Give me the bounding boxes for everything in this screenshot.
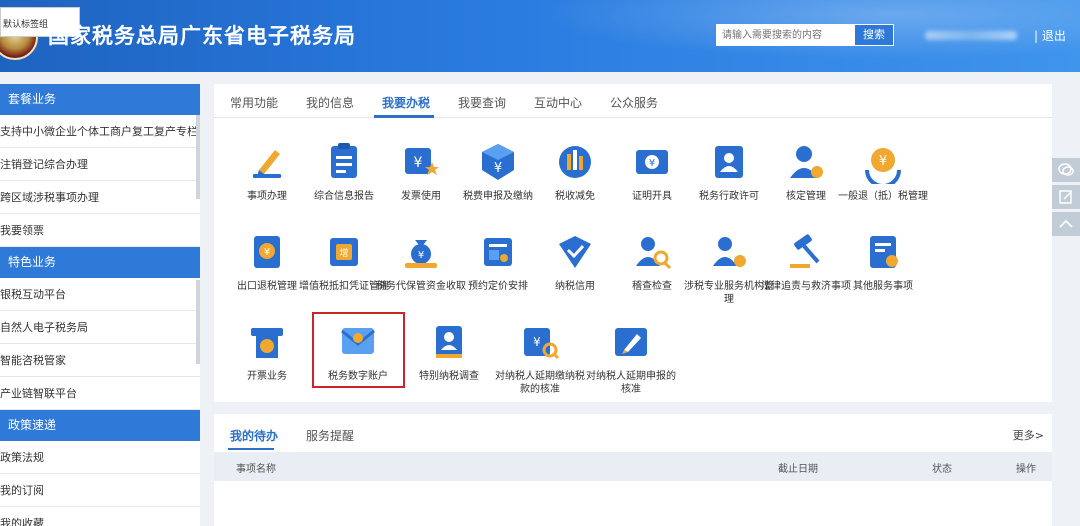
- svg-text:¥: ¥: [418, 250, 424, 261]
- delay-payment-icon: ¥: [524, 328, 560, 360]
- back-to-top-button[interactable]: [1052, 212, 1080, 236]
- logout-link[interactable]: | 退出: [1034, 27, 1066, 44]
- svg-text:¥: ¥: [264, 247, 270, 258]
- service-item[interactable]: ¥ 对纳税人延期缴纳税款的核准: [494, 320, 586, 396]
- active-tab-indicator: [374, 115, 434, 118]
- sidebar: 套餐业务 支持中小微企业个体工商户复工复产专栏 注销登记综合办理 跨区域涉税事项…: [0, 84, 200, 526]
- header-separator: |: [1034, 29, 1039, 43]
- svg-text:¥: ¥: [533, 335, 541, 349]
- main-tabs: 常用功能 我的信息 我要办税 我要查询 互动中心 公众服务: [214, 84, 1052, 118]
- svg-text:¥: ¥: [649, 158, 655, 169]
- pen-icon: [253, 150, 281, 178]
- sidebar-item[interactable]: 我要领票: [0, 214, 200, 247]
- tab-tax-handling[interactable]: 我要办税: [382, 94, 430, 111]
- sidebar-section-header[interactable]: 套餐业务: [0, 84, 200, 115]
- credit-icon: [559, 236, 591, 268]
- investigation-icon: [436, 326, 462, 358]
- search-button[interactable]: 搜索: [854, 24, 894, 46]
- service-item[interactable]: ¥ 一般退（抵）税管理: [837, 140, 929, 203]
- service-label: 对纳税人延期缴纳税款的核准: [495, 371, 585, 395]
- svg-text:增: 增: [339, 247, 348, 259]
- top-header: 默认标签组 国家税务总局广东省电子税务局 搜索 | 退出: [0, 0, 1080, 72]
- declare-icon: ¥: [482, 144, 514, 180]
- sidebar-item[interactable]: 自然人电子税务局: [0, 311, 200, 344]
- gavel-icon: [790, 234, 820, 268]
- sidebar-item[interactable]: 我的收藏: [0, 507, 200, 526]
- chat-icon: [1058, 163, 1074, 176]
- sidebar-item[interactable]: 注销登记综合办理: [0, 148, 200, 181]
- service-item[interactable]: 开票业务: [221, 320, 313, 383]
- svg-text:¥: ¥: [494, 161, 502, 176]
- report-icon: [331, 143, 357, 178]
- active-todo-indicator: [228, 448, 274, 450]
- sidebar-scrollbar[interactable]: [196, 280, 200, 364]
- service-item[interactable]: 其他服务事项: [837, 230, 929, 293]
- user-name-blurred: [925, 31, 1017, 40]
- sidebar-item[interactable]: 智能咨税管家: [0, 344, 200, 377]
- tab-query[interactable]: 我要查询: [458, 94, 506, 111]
- todo-panel: 我的待办 服务提醒 更多> 事项名称 截止日期 状态 操作: [214, 414, 1052, 526]
- column-header: 截止日期: [778, 464, 818, 475]
- svg-text:¥: ¥: [414, 155, 423, 171]
- service-label: 一般退（抵）税管理: [838, 191, 928, 202]
- sidebar-item[interactable]: 银税互动平台: [0, 278, 200, 311]
- more-link[interactable]: 更多>: [1013, 427, 1044, 443]
- other-service-icon: [870, 236, 898, 268]
- vat-icon: 增: [330, 238, 358, 266]
- certificate-icon: ¥: [636, 150, 668, 174]
- column-header: 事项名称: [236, 464, 276, 475]
- sidebar-item[interactable]: 政策法规: [0, 441, 200, 474]
- search-input[interactable]: [716, 24, 854, 46]
- sidebar-item[interactable]: 我的订阅: [0, 474, 200, 507]
- agency-icon: [713, 237, 746, 267]
- tab-interaction[interactable]: 互动中心: [534, 94, 582, 111]
- edit-tool-button[interactable]: [1052, 185, 1080, 209]
- sidebar-item[interactable]: 产业链智联平台: [0, 377, 200, 410]
- todo-tabs: 我的待办 服务提醒 更多>: [214, 414, 1052, 452]
- inspection-icon: [636, 237, 672, 270]
- chevron-up-icon: [1059, 219, 1073, 228]
- license-icon: [715, 146, 743, 178]
- service-label: 特别纳税调查: [419, 371, 479, 382]
- sidebar-item[interactable]: 支持中小微企业个体工商户复工复产专栏: [0, 115, 200, 148]
- service-label: 对纳税人延期申报的核准: [586, 371, 676, 395]
- site-title: 国家税务总局广东省电子税务局: [48, 24, 356, 48]
- service-label: 其他服务事项: [853, 281, 913, 292]
- highlight-box: [312, 312, 405, 388]
- sidebar-item[interactable]: 跨区域涉税事项办理: [0, 181, 200, 214]
- sidebar-section-header[interactable]: 政策速递: [0, 410, 200, 441]
- reduction-icon: [559, 146, 591, 178]
- export-refund-icon: ¥: [254, 236, 280, 268]
- tab-common[interactable]: 常用功能: [230, 94, 278, 111]
- tab-my-todo[interactable]: 我的待办: [230, 427, 278, 444]
- tab-public-service[interactable]: 公众服务: [610, 94, 658, 111]
- service-label: 开票业务: [247, 371, 287, 382]
- service-panel: 常用功能 我的信息 我要办税 我要查询 互动中心 公众服务 事项办理 综合信息报…: [214, 84, 1052, 402]
- service-item[interactable]: 对纳税人延期申报的核准: [585, 320, 677, 396]
- chat-tool-button[interactable]: [1052, 158, 1080, 182]
- money-bag-icon: ¥: [405, 240, 437, 268]
- billing-icon: [251, 328, 283, 358]
- delay-declare-icon: [615, 328, 647, 356]
- column-header: 状态: [932, 464, 952, 475]
- service-item[interactable]: 特别纳税调查: [403, 320, 495, 383]
- refund-icon: ¥: [865, 148, 901, 184]
- invoice-icon: ¥: [405, 148, 439, 175]
- sidebar-section-header[interactable]: 特色业务: [0, 247, 200, 278]
- column-header: 操作: [1016, 464, 1036, 475]
- logout-label: 退出: [1041, 29, 1066, 43]
- approval-icon: [790, 146, 823, 178]
- sidebar-scrollbar[interactable]: [196, 115, 200, 199]
- svg-text:¥: ¥: [879, 154, 887, 169]
- tab-my-info[interactable]: 我的信息: [306, 94, 354, 111]
- todo-table-header: 事项名称 截止日期 状态 操作: [214, 452, 1052, 481]
- edit-icon: [1059, 190, 1072, 204]
- tab-service-reminder[interactable]: 服务提醒: [306, 427, 354, 444]
- pricing-icon: [484, 238, 512, 266]
